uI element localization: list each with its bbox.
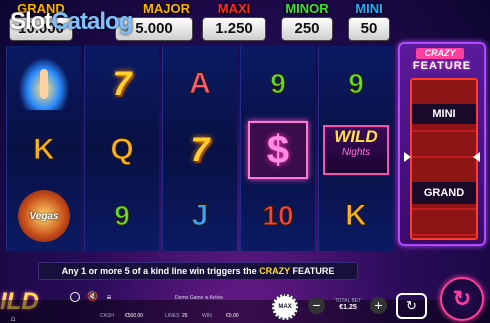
symbol-seven: 7 [85,52,159,116]
dollar-text: $ [266,127,290,172]
seven-text: 7 [112,64,132,103]
lines-value: 25 [182,313,188,319]
symbol-9: 9 [319,52,393,116]
total-bet-display: TOTAL BET €1.25 [328,298,368,316]
banner-crazy: CRAZY [259,266,291,276]
symbol-j: J [163,184,237,248]
win-value: €0.00 [226,313,239,319]
feature-title: FEATURE [412,60,472,72]
home-button[interactable]: ⌂ [8,313,18,323]
max-bet-button[interactable]: MAX [272,294,298,320]
symbol-text: 9 [348,68,365,100]
jackpot-mini: MINI 50 [346,2,392,44]
minus-icon: − [312,297,321,313]
reel-4: 9 $ 10 [240,46,315,251]
symbol-text: K [33,133,56,167]
symbol-k: K [319,184,393,248]
spin-button[interactable]: ↻ [440,277,484,321]
game-status: Demo Game is Active [175,295,224,301]
symbol-9: 9 [85,184,159,248]
reel-2: 7 Q 9 [84,46,159,251]
total-bet-value: €1.25 [339,304,357,311]
win-label: WIN [202,313,212,319]
symbol-9: 9 [241,52,315,116]
jackpot-minor-label: MINOR [285,1,329,16]
symbol-text: A [189,67,212,101]
reel-1: K Vegas [6,46,81,251]
lines-label: LINES [165,313,180,319]
feature-item-grand: GRAND [412,182,476,204]
cash-label: CASH [100,313,114,319]
jackpot-maxi: MAXI 1.250 [201,2,267,44]
symbol-text: K [345,199,368,233]
symbol-text: 9 [114,200,131,232]
autoplay-button[interactable]: ↻ [396,293,427,319]
jackpot-maxi-value: 1.250 [202,17,266,41]
plus-icon: + [374,297,383,313]
settings-button[interactable] [70,292,80,302]
feature-wheel: MINI GRAND [410,78,478,240]
banner-text: Any 1 or more 5 of a kind line win trigg… [61,266,260,276]
vegas-icon: Vegas [18,190,70,242]
spin-icon: ↻ [452,286,472,311]
sound-button[interactable]: 🔇 [87,290,99,302]
info-banner: Any 1 or more 5 of a kind line win trigg… [38,262,358,280]
dollar-icon: $ [248,121,308,179]
feature-item-mini: MINI [412,104,476,124]
game-screen: GRAND 10.000 MAJOR 5.000 MAXI 1.250 MINO… [0,0,490,323]
symbol-text: 10 [262,200,294,232]
cash-value: €500.00 [125,313,144,319]
showgirl-icon [19,58,69,110]
symbol-text: Q [110,133,134,167]
increase-bet-button[interactable]: + [370,297,387,314]
list-icon: ≡ [106,292,112,302]
wild-text: WILD [334,127,378,146]
jackpot-minor: MINOR 250 [276,2,338,44]
symbol-showgirl [7,52,81,116]
crazy-feature-panel: CRAZY FEATURE MINI GRAND [398,42,486,246]
vegas-text: Vegas [29,210,59,222]
watermark-prefix: Slot [10,8,52,35]
banner-feature: FEATURE [290,266,335,276]
reel-grid: K Vegas 7 Q 9 A 7 J 9 $ 10 9 WILD Nights [6,46,393,251]
paytable-button[interactable]: ≡ [104,292,114,302]
jackpot-mini-value: 50 [348,17,390,41]
symbol-wild: WILD Nights [319,118,393,182]
nights-text: Nights [341,147,371,158]
symbol-k: K [7,118,81,182]
symbol-q: Q [85,118,159,182]
symbol-dollar: $ [241,118,315,182]
jackpot-mini-label: MINI [355,1,383,16]
feature-crazy-label: CRAZY [416,48,464,59]
symbol-seven: 7 [163,118,237,182]
wild-nights-icon: WILD Nights [323,125,389,175]
seven-text: 7 [190,130,210,169]
jackpot-maxi-label: MAXI [217,1,251,16]
symbol-10: 10 [241,184,315,248]
reel-3: A 7 J [162,46,237,251]
watermark: SlotCatalog [10,8,133,36]
symbol-text: 9 [270,68,287,100]
speaker-muted-icon: 🔇 [87,290,99,301]
symbol-vegas: Vegas [7,184,81,248]
reel-5: 9 WILD Nights K [318,46,393,251]
pointer-left-icon [473,152,480,162]
watermark-suffix: Catalog [51,8,133,35]
gear-icon [70,292,80,302]
symbol-text: J [191,199,209,233]
symbol-a: A [163,52,237,116]
home-icon: ⌂ [10,313,16,323]
jackpot-minor-value: 250 [281,17,333,41]
decrease-bet-button[interactable]: − [308,297,325,314]
pointer-right-icon [404,152,411,162]
autoplay-icon: ↻ [406,298,417,313]
